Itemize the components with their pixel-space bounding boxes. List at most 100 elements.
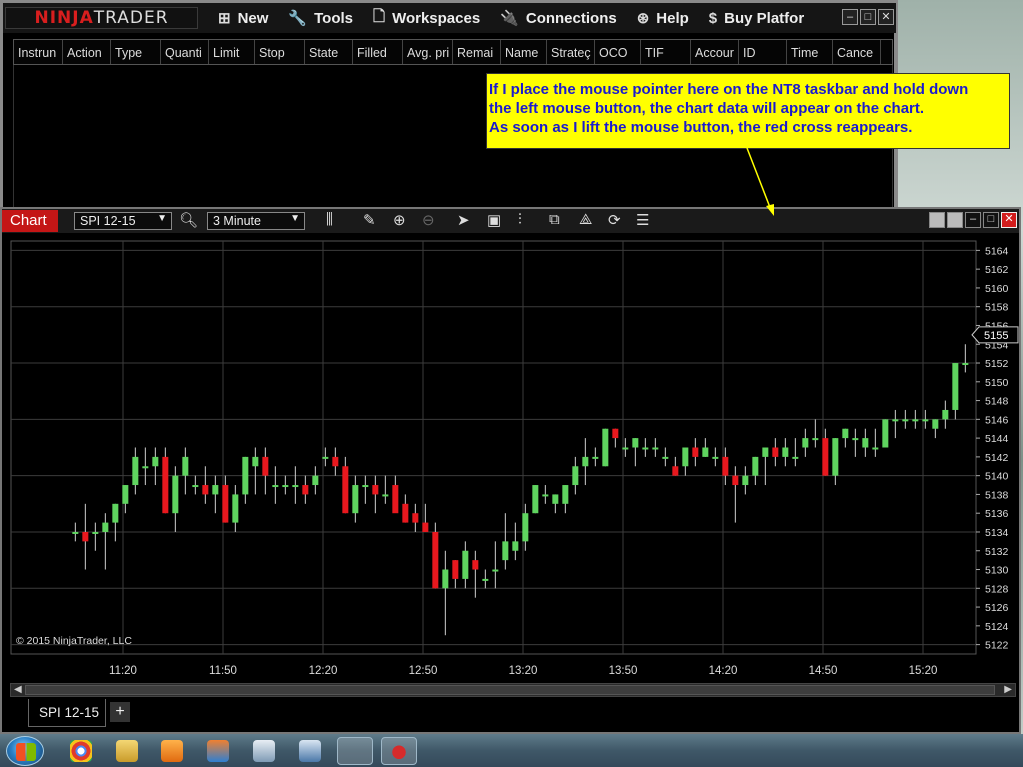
scrollbar-thumb[interactable] [25, 685, 995, 695]
ninjatrader-taskbar-icon[interactable] [381, 737, 417, 765]
column-header[interactable]: Remai [453, 40, 501, 64]
start-button[interactable] [6, 736, 44, 766]
properties-list-icon[interactable]: ☰ [636, 211, 649, 229]
candle-body [672, 466, 679, 476]
y-tick-label: 5134 [985, 527, 1009, 539]
menu-buy-platfor[interactable]: $ Buy Platfor [709, 6, 804, 31]
scroll-right-icon[interactable]: ▶ [1004, 684, 1012, 695]
data-box-icon[interactable]: ▣ [487, 211, 501, 229]
column-header[interactable]: Avg. pri [403, 40, 453, 64]
templates-icon[interactable]: ⧉ [549, 211, 560, 228]
candle-body [382, 494, 389, 497]
chrome-icon[interactable] [70, 740, 92, 762]
column-header[interactable]: Stop [255, 40, 305, 64]
menu-new[interactable]: ⊞ New [218, 6, 268, 31]
search-icon[interactable]: 🔍︎ [179, 211, 198, 229]
close-button[interactable]: ✕ [1001, 212, 1017, 228]
window-icon[interactable] [253, 740, 275, 762]
x-tick-label: 11:20 [109, 665, 137, 677]
app-icon[interactable] [207, 740, 229, 762]
remote-desktop-icon[interactable] [299, 740, 321, 762]
reload-icon[interactable]: ⟳ [608, 211, 621, 229]
orders-grid-header: Instrun Action Type Quanti Limit Stop State Fil… [13, 39, 893, 65]
bar-type-icon[interactable]: ⫼ [326, 211, 333, 228]
maximize-button[interactable]: □ [983, 212, 999, 228]
scroll-left-icon[interactable]: ◀ [14, 684, 22, 695]
column-header[interactable]: Filled [353, 40, 403, 64]
menu-help[interactable]: ⊛ Help [637, 6, 689, 31]
candle-body [442, 569, 449, 589]
column-header[interactable]: Type [111, 40, 161, 64]
tab-spi-12-15[interactable]: SPI 12-15 [28, 699, 106, 727]
candle-body [742, 475, 749, 486]
candle-body [622, 447, 629, 450]
tools-icon: 🔧 [288, 10, 308, 27]
column-header[interactable]: TIF [641, 40, 691, 64]
menu-tools[interactable]: 🔧 Tools [288, 6, 353, 31]
candle-body [172, 475, 179, 514]
zoom-out-icon[interactable]: ⊖ [422, 211, 435, 229]
column-header[interactable]: OCO [595, 40, 641, 64]
zoom-in-icon[interactable]: ⊕ [393, 211, 406, 229]
media-player-icon[interactable] [161, 740, 183, 762]
column-header[interactable]: Cance [833, 40, 881, 64]
x-tick-label: 11:50 [209, 665, 237, 677]
network-app-icon[interactable] [337, 737, 373, 765]
pointer-icon[interactable]: ➤ [457, 211, 470, 229]
column-header[interactable]: Time [787, 40, 833, 64]
column-header[interactable]: Action [63, 40, 111, 64]
x-tick-label: 13:50 [609, 665, 638, 677]
price-marker-label: 5155 [984, 330, 1008, 342]
column-header[interactable]: Instrun [14, 40, 63, 64]
candle-body [602, 428, 609, 467]
windows-taskbar [0, 734, 1023, 767]
column-header[interactable]: Quanti [161, 40, 209, 64]
interval-selector[interactable]: 3 Minute ▼ [207, 212, 305, 230]
candle-body [582, 456, 589, 467]
candle-body [282, 485, 289, 488]
menu-workspaces[interactable]: 🗋 Workspaces [373, 6, 480, 31]
candle-body [192, 485, 199, 488]
candle-body [362, 485, 369, 488]
candle-body [952, 363, 959, 410]
link-button[interactable] [929, 212, 945, 228]
chart-trader-icon[interactable]: ⫶ [518, 211, 522, 228]
chart-scrollbar[interactable]: ◀ ▶ [10, 683, 1016, 697]
strategies-icon[interactable]: ⟁ [579, 211, 592, 228]
drawing-tool-icon[interactable]: ✎ [363, 211, 376, 229]
column-header[interactable]: ID [739, 40, 787, 64]
explorer-folder-icon[interactable] [116, 740, 138, 762]
y-tick-label: 5160 [985, 283, 1009, 295]
menu-connections[interactable]: 🔌 Connections [500, 6, 617, 31]
column-header[interactable]: Strateç [547, 40, 595, 64]
candle-body [852, 438, 859, 441]
candle-body [792, 456, 799, 459]
minimize-button[interactable]: – [965, 212, 981, 228]
y-tick-label: 5126 [985, 602, 1009, 614]
candle-body [252, 456, 259, 467]
candle-body [912, 419, 919, 422]
candle-body [242, 456, 249, 495]
candle-body [592, 456, 599, 459]
candle-body [102, 522, 109, 532]
maximize-button[interactable]: □ [860, 9, 876, 25]
column-header[interactable]: State [305, 40, 353, 64]
candle-body [512, 541, 519, 551]
column-header[interactable]: Limit [209, 40, 255, 64]
candle-body [162, 456, 169, 514]
candle-body [642, 447, 649, 450]
column-header[interactable]: Accour [691, 40, 739, 64]
instrument-selector[interactable]: SPI 12-15 ▼ [74, 212, 172, 230]
price-chart[interactable]: 5122 5124 5126 5128 5130 5132 5134 5136 5138 5140… [2, 233, 1019, 683]
close-button[interactable]: ✕ [878, 9, 894, 25]
add-tab-button[interactable]: + [110, 702, 130, 722]
candle-body [312, 475, 319, 486]
candle-body [832, 438, 839, 476]
minimize-button[interactable]: – [842, 9, 858, 25]
candle-body [872, 447, 879, 450]
instrument-link-button[interactable] [947, 212, 963, 228]
dollar-icon: $ [708, 9, 718, 27]
candle-body [632, 438, 639, 448]
column-header[interactable]: Name [501, 40, 547, 64]
candle-body [402, 503, 409, 523]
